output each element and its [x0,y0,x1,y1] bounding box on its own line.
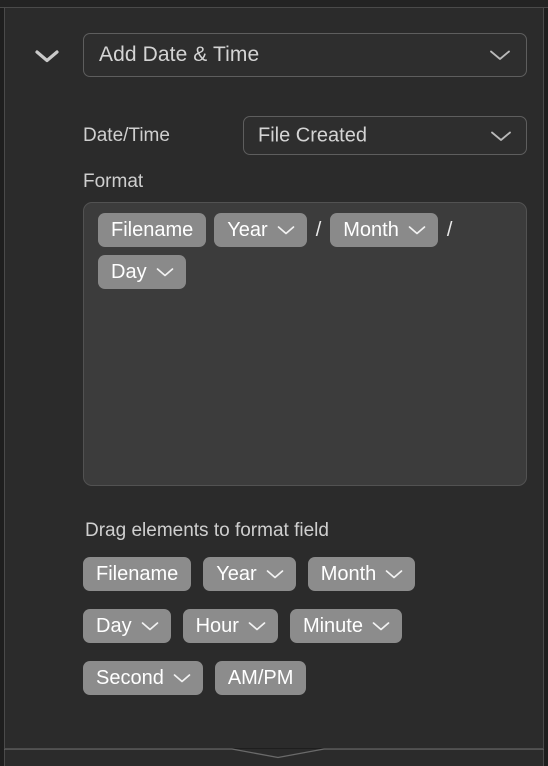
chip-label: Year [227,218,268,241]
chevron-down-icon [155,266,175,278]
chevron-down-icon[interactable] [27,41,67,71]
format-token-year[interactable]: Year [214,213,307,247]
palette-chip-year[interactable]: Year [203,557,296,591]
palette-chip-month[interactable]: Month [307,557,416,591]
chevron-down-icon [384,568,404,580]
chevron-down-icon [247,620,267,632]
datetime-source-select[interactable]: File Created [243,116,527,155]
format-token-list: Filename Year / Month / Day [98,213,526,289]
chip-label: Minute [302,614,363,637]
action-type-select[interactable]: Add Date & Time [83,33,527,77]
palette-row: Filename Year Month [83,557,533,591]
chevron-down-icon [407,224,427,236]
palette-chip-minute[interactable]: Minute [289,609,402,643]
chip-label: Day [111,260,147,283]
chip-label: Year [216,562,257,585]
format-token-filename[interactable]: Filename [98,213,207,247]
chip-label: Month [343,218,399,241]
format-field-label: Format [83,171,144,192]
action-panel-body: Add Date & Time Date/Time File Created F… [4,8,544,748]
palette-chip-am-pm[interactable]: AM/PM [214,661,307,695]
top-strip [0,0,548,7]
chevron-down-icon [172,672,192,684]
chevron-down-icon [276,224,296,236]
palette-hint-text: Drag elements to format field [85,520,329,541]
chip-label: Filename [96,562,179,585]
chevron-down-icon [371,620,391,632]
datetime-source-value: File Created [258,124,367,146]
action-header-row: Add Date & Time [5,33,545,79]
chip-label: Hour [195,614,239,637]
action-type-label: Add Date & Time [99,43,260,66]
format-drop-field[interactable]: Filename Year / Month / Day [83,202,527,486]
palette-row: Second AM/PM [83,661,533,695]
palette-chip-filename[interactable]: Filename [83,557,192,591]
token-separator: / [446,218,453,241]
palette-chip-hour[interactable]: Hour [182,609,278,643]
palette-chip-day[interactable]: Day [83,609,171,643]
token-separator: / [315,218,322,241]
palette-chip-second[interactable]: Second [83,661,203,695]
panel-bottom-area [4,749,544,766]
chip-label: Month [320,562,377,585]
date-time-action-panel: Add Date & Time Date/Time File Created F… [0,0,548,766]
chevron-down-icon [489,129,513,143]
chip-label: Filename [111,218,194,241]
chevron-down-icon [265,568,285,580]
chip-label: Second [96,666,164,689]
chevron-down-icon [140,620,160,632]
datetime-field-label: Date/Time [83,125,170,146]
element-palette: Filename Year Month Day Hour Minute Second AM/P… [83,557,533,695]
palette-row: Day Hour Minute [83,609,533,643]
chevron-down-icon [488,48,512,62]
chip-label: Day [96,614,132,637]
format-token-day[interactable]: Day [98,255,186,289]
datetime-row: Date/Time File Created [5,116,545,156]
format-token-month[interactable]: Month [330,213,438,247]
chip-label: AM/PM [227,666,294,689]
